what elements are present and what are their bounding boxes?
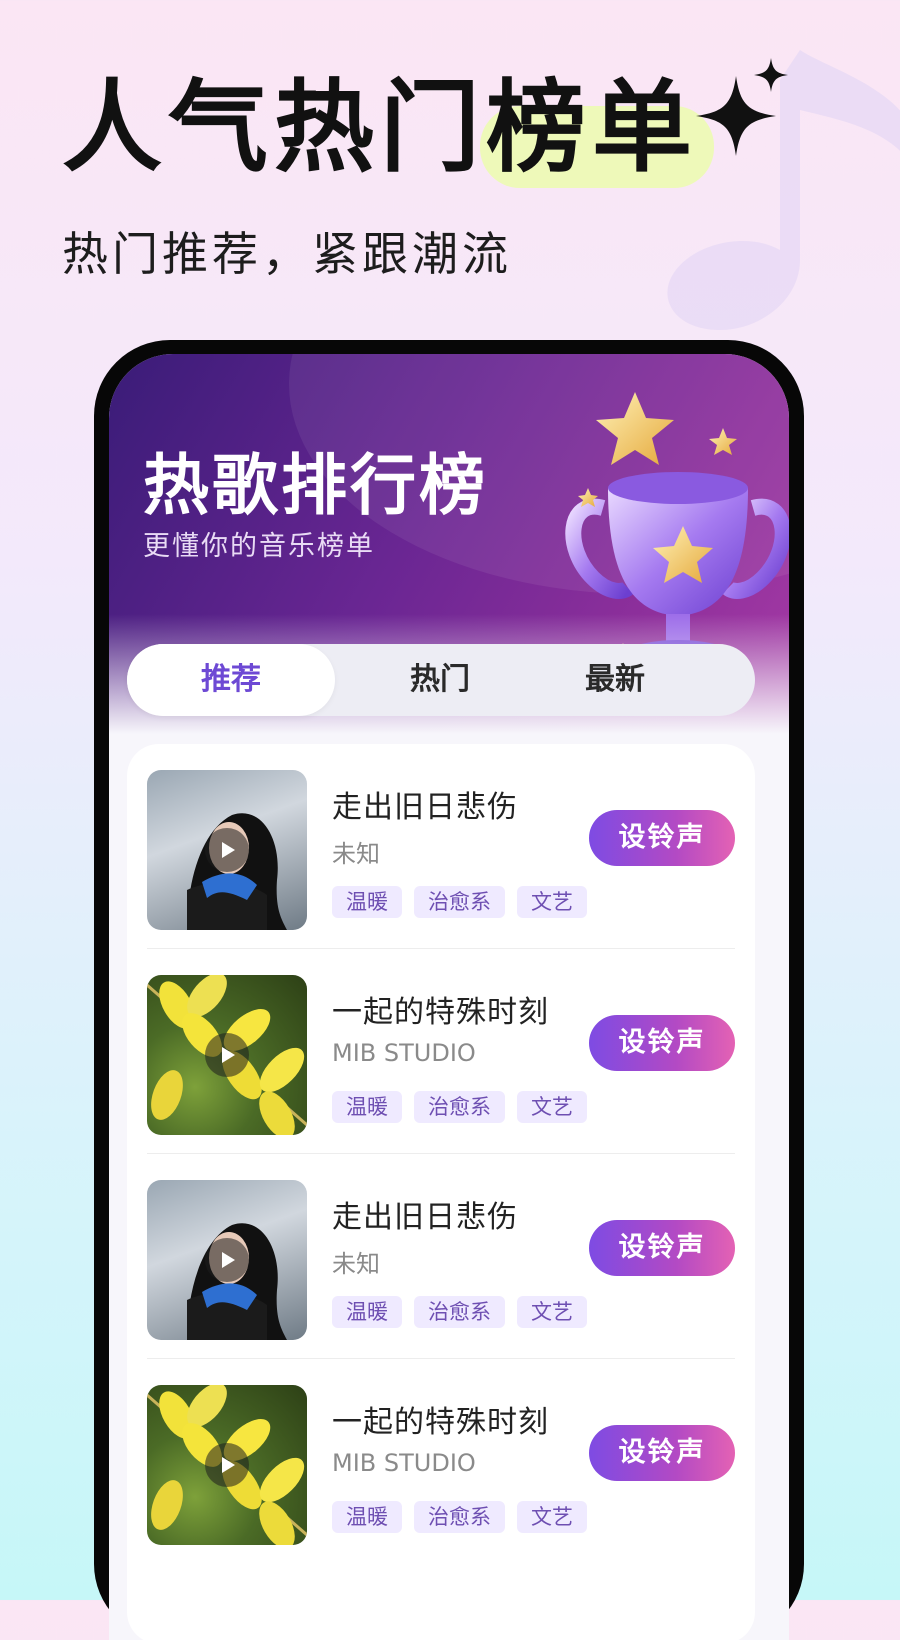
hero-title: 热歌排行榜 <box>143 447 488 524</box>
song-tags: 温暖 治愈系 文艺 <box>332 1501 587 1533</box>
tag: 治愈系 <box>414 886 505 918</box>
tab-recommend[interactable]: 推荐 <box>127 644 335 716</box>
song-artist: 未知 <box>332 1250 380 1278</box>
play-icon[interactable] <box>205 1033 249 1077</box>
tag: 文艺 <box>517 1091 587 1123</box>
promo-headline-part2: 榜单 <box>486 69 698 186</box>
tag: 文艺 <box>517 886 587 918</box>
song-cover[interactable] <box>147 975 307 1135</box>
tag: 温暖 <box>332 1501 402 1533</box>
tag: 治愈系 <box>414 1296 505 1328</box>
song-title: 一起的特殊时刻 <box>332 995 549 1030</box>
sparkle-icon <box>754 58 788 92</box>
song-title: 走出旧日悲伤 <box>332 790 518 825</box>
song-cover[interactable] <box>147 1180 307 1340</box>
song-artist: MIB STUDIO <box>332 1039 476 1067</box>
promo-headline-part1: 人气热门 <box>62 69 486 186</box>
tag: 治愈系 <box>414 1091 505 1123</box>
tag: 文艺 <box>517 1501 587 1533</box>
song-cover[interactable] <box>147 770 307 930</box>
tab-hot[interactable]: 热门 <box>335 644 545 716</box>
promo-headline-highlight: 榜单 <box>480 78 714 188</box>
play-icon[interactable] <box>205 1443 249 1487</box>
list-item[interactable]: 走出旧日悲伤 未知 温暖 治愈系 文艺 设铃声 <box>147 1154 735 1359</box>
tag: 治愈系 <box>414 1501 505 1533</box>
song-tags: 温暖 治愈系 文艺 <box>332 1296 587 1328</box>
tab-bar: 推荐 热门 最新 <box>127 644 755 716</box>
song-cover[interactable] <box>147 1385 307 1545</box>
play-icon[interactable] <box>205 1238 249 1282</box>
play-icon[interactable] <box>205 828 249 872</box>
phone-screen: 热歌排行榜 更懂你的音乐榜单 推荐 热门 最新 走出旧日悲伤 未知 温暖 治愈系… <box>109 354 789 1640</box>
tag: 温暖 <box>332 1296 402 1328</box>
song-artist: 未知 <box>332 840 380 868</box>
tag: 温暖 <box>332 1091 402 1123</box>
tag: 温暖 <box>332 886 402 918</box>
set-ringtone-button[interactable]: 设铃声 <box>589 1425 735 1481</box>
tab-latest[interactable]: 最新 <box>545 644 685 716</box>
promo-subline: 热门推荐，紧跟潮流 <box>62 227 512 281</box>
song-artist: MIB STUDIO <box>332 1449 476 1477</box>
list-item[interactable]: 走出旧日悲伤 未知 温暖 治愈系 文艺 设铃声 <box>147 744 735 949</box>
tag: 文艺 <box>517 1296 587 1328</box>
set-ringtone-button[interactable]: 设铃声 <box>589 1015 735 1071</box>
list-item[interactable]: 一起的特殊时刻 MIB STUDIO 温暖 治愈系 文艺 设铃声 <box>147 1359 735 1564</box>
song-tags: 温暖 治愈系 文艺 <box>332 886 587 918</box>
song-title: 走出旧日悲伤 <box>332 1200 518 1235</box>
list-item[interactable]: 一起的特殊时刻 MIB STUDIO 温暖 治愈系 文艺 设铃声 <box>147 949 735 1154</box>
set-ringtone-button[interactable]: 设铃声 <box>589 810 735 866</box>
hero-subtitle: 更懂你的音乐榜单 <box>143 531 375 562</box>
set-ringtone-button[interactable]: 设铃声 <box>589 1220 735 1276</box>
song-tags: 温暖 治愈系 文艺 <box>332 1091 587 1123</box>
song-list: 走出旧日悲伤 未知 温暖 治愈系 文艺 设铃声 一起的特殊时刻 MIB STUD… <box>127 744 755 1640</box>
song-title: 一起的特殊时刻 <box>332 1405 549 1440</box>
promo-headline: 人气热门榜单 <box>62 78 714 188</box>
phone-frame: 热歌排行榜 更懂你的音乐榜单 推荐 热门 最新 走出旧日悲伤 未知 温暖 治愈系… <box>94 340 804 1640</box>
